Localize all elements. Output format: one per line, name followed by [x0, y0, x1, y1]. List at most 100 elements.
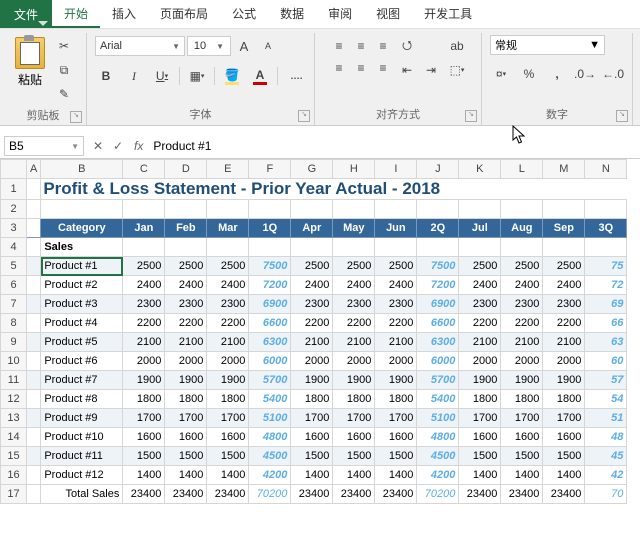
data-cell[interactable]: 1900	[291, 371, 333, 390]
align-center-button[interactable]: ≡	[350, 57, 372, 79]
col-header-B[interactable]: B	[41, 160, 123, 179]
decrease-decimal-button[interactable]: ←.0	[602, 63, 624, 85]
data-cell[interactable]: 45	[585, 447, 627, 466]
comma-style-button[interactable]: ,	[546, 63, 568, 85]
data-cell[interactable]: 4200	[417, 466, 459, 485]
col-header-G[interactable]: G	[291, 160, 333, 179]
total-cell[interactable]: 23400	[291, 485, 333, 504]
data-cell[interactable]: 1600	[375, 428, 417, 447]
tab-开发工具[interactable]: 开发工具	[412, 1, 484, 28]
data-cell[interactable]: 2000	[123, 352, 165, 371]
data-cell[interactable]: 2300	[501, 295, 543, 314]
data-cell[interactable]: 2100	[501, 333, 543, 352]
data-cell[interactable]: 2100	[123, 333, 165, 352]
data-cell[interactable]: 1700	[459, 409, 501, 428]
data-cell[interactable]: 1400	[543, 466, 585, 485]
data-cell[interactable]: 2500	[459, 257, 501, 276]
data-cell[interactable]: 2500	[375, 257, 417, 276]
data-cell[interactable]: 2400	[543, 276, 585, 295]
col-header-F[interactable]: F	[249, 160, 291, 179]
data-cell[interactable]: 1600	[207, 428, 249, 447]
copy-button[interactable]: ⧉	[53, 59, 75, 81]
product-name-cell[interactable]: Product #1	[41, 257, 123, 276]
font-size-combo[interactable]: 10 ▼	[187, 36, 231, 56]
data-cell[interactable]: 1700	[207, 409, 249, 428]
data-cell[interactable]: 1900	[501, 371, 543, 390]
formula-input[interactable]	[149, 136, 640, 156]
data-cell[interactable]: 1900	[459, 371, 501, 390]
data-cell[interactable]: 2400	[333, 276, 375, 295]
data-cell[interactable]: 51	[585, 409, 627, 428]
data-cell[interactable]: 4800	[417, 428, 459, 447]
align-bottom-button[interactable]: ≡	[372, 35, 394, 57]
data-cell[interactable]: 75	[585, 257, 627, 276]
data-cell[interactable]: 2300	[123, 295, 165, 314]
orientation-button[interactable]: ⭯	[396, 35, 418, 57]
table-header-cell[interactable]: Category	[41, 219, 123, 238]
italic-button[interactable]: I	[123, 65, 145, 87]
fx-icon[interactable]: fx	[128, 139, 149, 153]
data-cell[interactable]: 2200	[501, 314, 543, 333]
data-cell[interactable]: 54	[585, 390, 627, 409]
data-cell[interactable]: 2100	[207, 333, 249, 352]
data-cell[interactable]: 1400	[207, 466, 249, 485]
total-cell[interactable]: 23400	[375, 485, 417, 504]
row-header[interactable]: 15	[1, 447, 27, 466]
data-cell[interactable]: 2200	[123, 314, 165, 333]
data-cell[interactable]: 1800	[543, 390, 585, 409]
row-header[interactable]: 8	[1, 314, 27, 333]
product-name-cell[interactable]: Product #10	[41, 428, 123, 447]
data-cell[interactable]: 1800	[333, 390, 375, 409]
font-launcher[interactable]: ↘	[298, 110, 310, 122]
data-cell[interactable]: 2500	[543, 257, 585, 276]
data-cell[interactable]: 1400	[291, 466, 333, 485]
total-cell[interactable]: 70200	[249, 485, 291, 504]
total-cell[interactable]: 70	[585, 485, 627, 504]
row-header[interactable]: 9	[1, 333, 27, 352]
data-cell[interactable]: 6600	[249, 314, 291, 333]
row-header[interactable]: 14	[1, 428, 27, 447]
col-header-L[interactable]: L	[501, 160, 543, 179]
product-name-cell[interactable]: Product #11	[41, 447, 123, 466]
data-cell[interactable]: 2400	[165, 276, 207, 295]
data-cell[interactable]: 2300	[207, 295, 249, 314]
data-cell[interactable]: 1500	[375, 447, 417, 466]
data-cell[interactable]: 72	[585, 276, 627, 295]
data-cell[interactable]: 4500	[417, 447, 459, 466]
data-cell[interactable]: 2000	[501, 352, 543, 371]
data-cell[interactable]: 1800	[291, 390, 333, 409]
cut-button[interactable]: ✂	[53, 35, 75, 57]
alignment-launcher[interactable]: ↘	[465, 110, 477, 122]
align-left-button[interactable]: ≡	[328, 57, 350, 79]
row-header[interactable]: 11	[1, 371, 27, 390]
phonetic-button[interactable]: ᠁	[284, 65, 306, 87]
data-cell[interactable]: 2300	[375, 295, 417, 314]
data-cell[interactable]: 2300	[291, 295, 333, 314]
data-cell[interactable]: 2100	[333, 333, 375, 352]
number-format-combo[interactable]: 常规 ▼	[490, 35, 605, 55]
font-name-combo[interactable]: Arial ▼	[95, 36, 185, 56]
table-header-cell[interactable]: Feb	[165, 219, 207, 238]
data-cell[interactable]: 6000	[417, 352, 459, 371]
product-name-cell[interactable]: Product #5	[41, 333, 123, 352]
data-cell[interactable]: 2200	[165, 314, 207, 333]
data-cell[interactable]: 1700	[543, 409, 585, 428]
tab-公式[interactable]: 公式	[220, 1, 268, 28]
data-cell[interactable]: 1500	[165, 447, 207, 466]
number-launcher[interactable]: ↘	[616, 110, 628, 122]
data-cell[interactable]: 2500	[291, 257, 333, 276]
data-cell[interactable]: 1500	[459, 447, 501, 466]
data-cell[interactable]: 1800	[459, 390, 501, 409]
spreadsheet-grid[interactable]: ABCDEFGHIJKLMN1Profit & Loss Statement -…	[0, 159, 640, 504]
col-header-A[interactable]: A	[27, 160, 41, 179]
data-cell[interactable]: 2400	[207, 276, 249, 295]
data-cell[interactable]: 1800	[501, 390, 543, 409]
col-header-I[interactable]: I	[375, 160, 417, 179]
col-header-K[interactable]: K	[459, 160, 501, 179]
table-header-cell[interactable]: Jan	[123, 219, 165, 238]
data-cell[interactable]: 5700	[417, 371, 459, 390]
row-header[interactable]: 5	[1, 257, 27, 276]
data-cell[interactable]: 6600	[417, 314, 459, 333]
data-cell[interactable]: 4800	[249, 428, 291, 447]
table-header-cell[interactable]: 1Q	[249, 219, 291, 238]
